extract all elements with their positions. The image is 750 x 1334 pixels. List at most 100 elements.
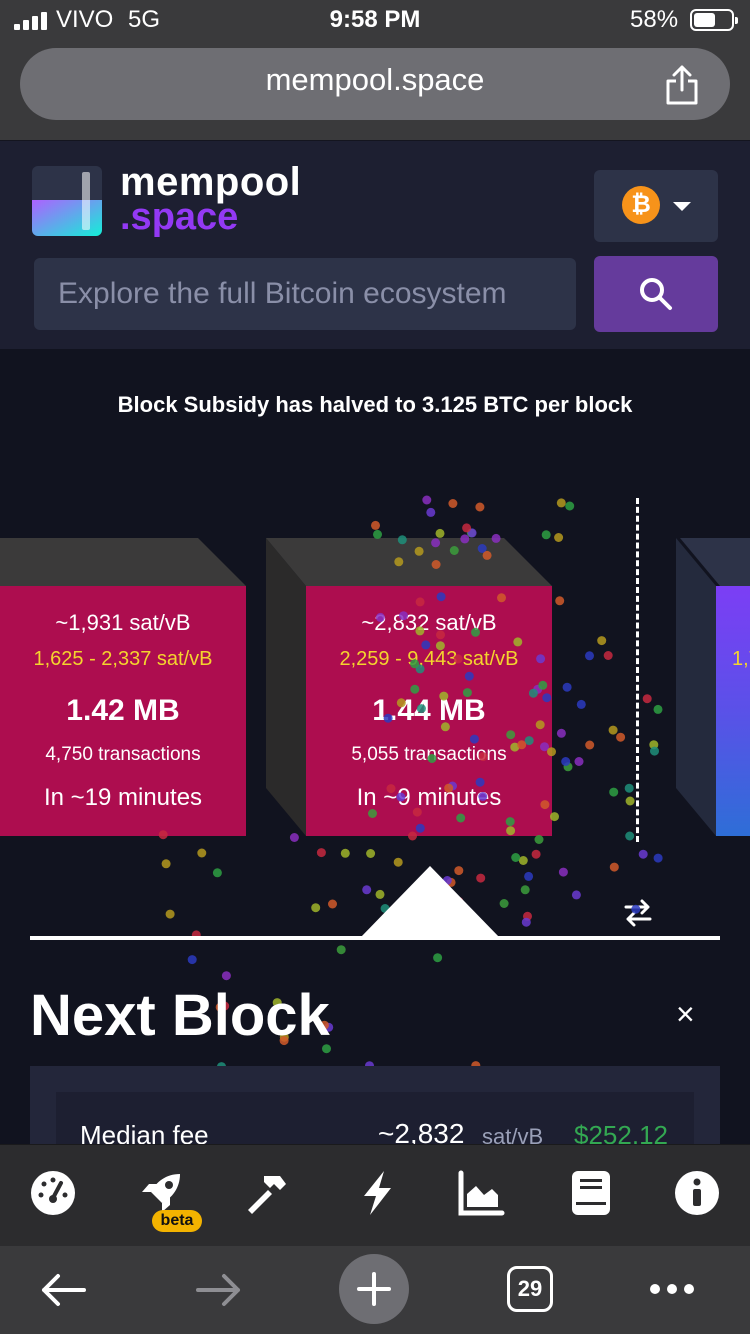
- next-block-title: Next Block: [30, 983, 330, 1048]
- transaction-dot: [433, 953, 443, 963]
- transaction-dot: [187, 955, 197, 965]
- battery-icon: [690, 9, 738, 31]
- transaction-dot: [431, 560, 441, 569]
- transaction-dot: [531, 849, 541, 859]
- transaction-dot: [478, 792, 488, 801]
- transaction-dot: [556, 498, 566, 508]
- transaction-dot: [460, 534, 470, 544]
- transaction-dot: [631, 904, 641, 914]
- transaction-dot: [528, 688, 538, 698]
- info-icon[interactable]: [672, 1168, 722, 1218]
- transaction-dot: [197, 848, 207, 858]
- transaction-dot: [517, 740, 527, 750]
- transaction-dot: [574, 757, 584, 766]
- transaction-dot: [608, 725, 618, 735]
- transaction-dot: [415, 597, 425, 607]
- transaction-dot: [415, 823, 425, 833]
- transaction-dot: [520, 885, 530, 895]
- transaction-dot: [396, 698, 406, 708]
- halving-announcement[interactable]: Block Subsidy has halved to 3.125 BTC pe…: [0, 392, 750, 418]
- transaction-dot: [506, 826, 516, 836]
- url-text[interactable]: mempool.space: [20, 62, 730, 98]
- transaction-dot: [340, 848, 350, 858]
- transaction-dot: [436, 592, 446, 602]
- transaction-dot: [561, 757, 571, 766]
- transaction-dot: [453, 654, 463, 664]
- search-button[interactable]: [594, 256, 718, 332]
- lightning-icon[interactable]: [352, 1168, 402, 1218]
- transaction-dot: [444, 783, 454, 793]
- transaction-dot: [642, 694, 652, 704]
- transaction-dot: [462, 688, 472, 698]
- transaction-dot: [316, 848, 326, 858]
- transaction-dot: [542, 693, 552, 703]
- transaction-dot: [416, 704, 426, 714]
- new-tab-button[interactable]: [339, 1254, 409, 1324]
- transaction-dot: [505, 817, 515, 827]
- transaction-dot: [462, 523, 472, 533]
- search-input[interactable]: [34, 258, 576, 330]
- transaction-dot: [541, 530, 551, 540]
- transaction-dot: [165, 909, 175, 919]
- transaction-dot: [653, 704, 663, 714]
- transaction-dot: [499, 899, 509, 908]
- logo-text-space[interactable]: .space: [120, 196, 238, 239]
- chart-icon[interactable]: [456, 1168, 506, 1218]
- transaction-dot: [538, 680, 548, 690]
- transaction-dot: [540, 800, 550, 810]
- close-button[interactable]: ×: [676, 996, 695, 1033]
- back-arrow-icon[interactable]: [40, 1272, 86, 1308]
- transaction-dot: [653, 853, 663, 863]
- transaction-dot: [650, 746, 659, 756]
- transaction-dot: [212, 868, 222, 878]
- transaction-dot: [427, 754, 437, 763]
- transaction-dot: [475, 777, 485, 787]
- transaction-dot: [386, 784, 396, 794]
- docs-icon[interactable]: [566, 1168, 616, 1218]
- transaction-dot: [383, 713, 393, 723]
- mempool-logo-icon[interactable]: [32, 166, 102, 236]
- transaction-dot: [585, 740, 595, 750]
- transaction-dot: [366, 849, 376, 858]
- transaction-dot: [431, 538, 441, 548]
- transaction-dot: [371, 520, 380, 530]
- transaction-dot: [375, 612, 385, 622]
- transaction-dot: [410, 684, 420, 694]
- plus-icon: [357, 1272, 391, 1306]
- transaction-dot: [562, 682, 572, 692]
- transaction-dot: [536, 654, 546, 664]
- transaction-dot: [410, 659, 420, 669]
- dashboard-icon[interactable]: [28, 1168, 78, 1218]
- more-options-icon[interactable]: [648, 1282, 696, 1296]
- transaction-dot: [161, 859, 171, 869]
- transaction-dot: [448, 499, 458, 508]
- hammer-icon[interactable]: [240, 1168, 290, 1218]
- transaction-dot: [550, 812, 559, 822]
- bitcoin-icon[interactable]: ₿: [622, 186, 660, 224]
- transaction-dot: [556, 728, 566, 738]
- selected-block-pointer: [360, 866, 500, 938]
- tab-switcher-button[interactable]: 29: [507, 1266, 553, 1312]
- transaction-dot: [289, 833, 299, 842]
- transaction-dot: [478, 752, 488, 762]
- transaction-dot: [158, 830, 168, 840]
- transaction-dot: [456, 813, 466, 823]
- transaction-dot: [513, 637, 523, 647]
- transaction-dot: [534, 835, 544, 844]
- share-icon[interactable]: [664, 64, 700, 106]
- transaction-dot: [440, 722, 450, 732]
- transaction-dot: [491, 533, 501, 543]
- transaction-dot: [397, 535, 407, 545]
- transaction-dot: [414, 546, 424, 556]
- transaction-dot: [565, 501, 575, 511]
- chevron-down-icon[interactable]: [673, 202, 691, 211]
- transaction-dot: [328, 899, 337, 909]
- transaction-dot: [506, 730, 516, 740]
- transaction-dot: [597, 636, 607, 646]
- transaction-dot: [396, 792, 406, 802]
- battery-percent: 58%: [630, 6, 679, 33]
- transaction-dot: [426, 507, 436, 517]
- transaction-dot: [469, 734, 479, 744]
- transaction-dot: [373, 529, 382, 539]
- forward-arrow-icon[interactable]: [196, 1272, 242, 1308]
